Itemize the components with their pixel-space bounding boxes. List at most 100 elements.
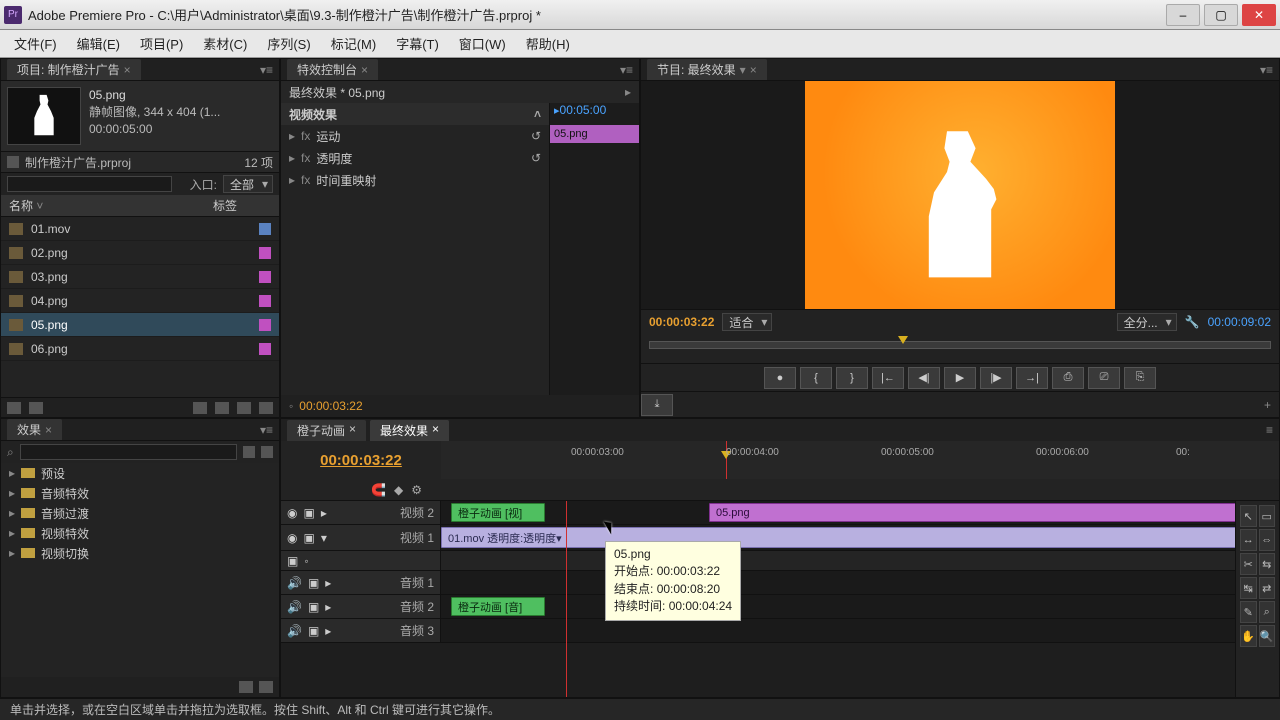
mini-clip[interactable]: 05.png xyxy=(550,125,639,143)
trash-icon[interactable] xyxy=(259,402,273,414)
transport-button[interactable]: |← xyxy=(872,367,904,389)
settings-icon[interactable]: 🔧 xyxy=(1185,315,1200,329)
panel-menu-icon[interactable]: ▾≡ xyxy=(620,63,633,77)
expand-icon[interactable]: ▸ xyxy=(9,466,15,480)
icon-view-icon[interactable] xyxy=(29,402,43,414)
expand-icon[interactable]: ▸ xyxy=(289,151,295,165)
tool-button[interactable]: ⇔ xyxy=(1259,529,1276,551)
clip-a2[interactable]: 橙子动画 [音] xyxy=(451,597,545,616)
panel-menu-icon[interactable]: ▾≡ xyxy=(1260,63,1273,77)
play-icon[interactable]: ▸ xyxy=(625,85,631,99)
program-current-timecode[interactable]: 00:00:03:22 xyxy=(649,315,714,329)
close-icon[interactable]: × xyxy=(750,63,757,77)
expand-icon[interactable]: ▸ xyxy=(9,526,15,540)
tool-button[interactable]: ↖ xyxy=(1240,505,1257,527)
effects-search-input[interactable] xyxy=(20,444,237,460)
fx-row[interactable]: ▸fx时间重映射 xyxy=(281,169,549,191)
effects-folder[interactable]: ▸预设 xyxy=(1,463,279,483)
expand-icon[interactable]: ▸ xyxy=(9,546,15,560)
window-minimize-button[interactable]: – xyxy=(1166,4,1200,26)
entry-dropdown[interactable]: 全部 xyxy=(223,175,273,193)
clip-v2-b[interactable]: 05.png xyxy=(709,503,1279,522)
asset-row[interactable]: 05.png xyxy=(1,313,279,337)
label-swatch[interactable] xyxy=(259,295,271,307)
mute-icon[interactable]: 🔊 xyxy=(287,576,302,590)
transport-button[interactable]: { xyxy=(800,367,832,389)
marker-icon[interactable]: ◆ xyxy=(394,483,403,497)
snap-icon[interactable]: 🧲 xyxy=(371,483,386,497)
label-swatch[interactable] xyxy=(259,247,271,259)
close-icon[interactable]: × xyxy=(361,63,368,77)
column-label-header[interactable]: 标签 xyxy=(171,197,279,214)
fx-group-header[interactable]: 视频效果˄ xyxy=(281,103,549,125)
tool-button[interactable]: 🔍 xyxy=(1259,625,1276,647)
tool-button[interactable]: ⇄ xyxy=(1259,577,1276,599)
asset-row[interactable]: 03.png xyxy=(1,265,279,289)
zoom-dropdown[interactable]: 适合 xyxy=(722,313,772,331)
fx-badge-icon[interactable] xyxy=(243,446,255,458)
effects-folder[interactable]: ▸视频特效 xyxy=(1,523,279,543)
find-icon[interactable] xyxy=(237,402,251,414)
menu-item[interactable]: 项目(P) xyxy=(132,32,191,55)
expand-icon[interactable]: ▸ xyxy=(9,486,15,500)
clip-v2-a[interactable]: 橙子动画 [视] xyxy=(451,503,545,522)
eye-icon[interactable]: ◉ xyxy=(287,531,297,545)
tool-button[interactable]: ↹ xyxy=(1240,577,1257,599)
menu-item[interactable]: 帮助(H) xyxy=(518,32,578,55)
menu-item[interactable]: 序列(S) xyxy=(259,32,318,55)
fx-row[interactable]: ▸fx运动↺ xyxy=(281,125,549,147)
panel-menu-icon[interactable]: ▾≡ xyxy=(260,423,273,437)
expand-icon[interactable]: ▾ xyxy=(321,531,327,545)
lock-icon[interactable]: ▣ xyxy=(308,576,319,590)
fx-toggle-icon[interactable]: fx xyxy=(301,151,310,165)
project-search-input[interactable] xyxy=(7,176,172,192)
transport-button[interactable]: ⎘ xyxy=(1124,367,1156,389)
transport-button[interactable]: →| xyxy=(1016,367,1048,389)
new-bin-icon[interactable] xyxy=(193,402,207,414)
resolution-dropdown[interactable]: 全分... xyxy=(1117,313,1177,331)
lock-icon[interactable]: ▣ xyxy=(303,531,314,545)
trash-icon[interactable] xyxy=(259,681,273,693)
label-swatch[interactable] xyxy=(259,319,271,331)
effects-folder[interactable]: ▸音频过渡 xyxy=(1,503,279,523)
tool-button[interactable]: ✎ xyxy=(1240,601,1257,623)
reset-icon[interactable]: ↺ xyxy=(531,129,541,143)
effects-folder[interactable]: ▸音频特效 xyxy=(1,483,279,503)
effects-folder[interactable]: ▸视频切换 xyxy=(1,543,279,563)
close-icon[interactable]: × xyxy=(432,422,439,439)
expand-icon[interactable]: ▸ xyxy=(321,506,327,520)
panel-menu-icon[interactable]: ≡ xyxy=(1266,423,1273,437)
list-view-icon[interactable] xyxy=(7,402,21,414)
program-canvas[interactable] xyxy=(641,81,1279,309)
tool-button[interactable]: ⇆ xyxy=(1259,553,1276,575)
new-item-icon[interactable] xyxy=(215,402,229,414)
menu-item[interactable]: 标记(M) xyxy=(323,32,385,55)
label-swatch[interactable] xyxy=(259,343,271,355)
add-button-icon[interactable]: + xyxy=(1264,398,1279,412)
track-subrow-icon[interactable]: ▣ xyxy=(287,554,298,568)
expand-icon[interactable]: ▸ xyxy=(289,173,295,187)
tool-button[interactable]: ✂ xyxy=(1240,553,1257,575)
export-frame-button[interactable]: ⤓ xyxy=(641,394,673,416)
expand-icon[interactable]: ▸ xyxy=(325,624,331,638)
eye-icon[interactable]: ◉ xyxy=(287,506,297,520)
keyframe-toggle-icon[interactable]: ◦ xyxy=(289,399,293,413)
asset-row[interactable]: 06.png xyxy=(1,337,279,361)
settings-icon[interactable]: ⚙ xyxy=(411,483,422,497)
transport-button[interactable]: } xyxy=(836,367,868,389)
asset-row[interactable]: 04.png xyxy=(1,289,279,313)
transport-button[interactable]: ● xyxy=(764,367,796,389)
lock-icon[interactable]: ▣ xyxy=(308,624,319,638)
menu-item[interactable]: 字幕(T) xyxy=(388,32,447,55)
asset-row[interactable]: 02.png xyxy=(1,241,279,265)
timeline-current-timecode[interactable]: 00:00:03:22 xyxy=(281,441,441,479)
tool-button[interactable]: ✋ xyxy=(1240,625,1257,647)
tool-button[interactable]: ⌕ xyxy=(1259,601,1276,623)
window-close-button[interactable]: ✕ xyxy=(1242,4,1276,26)
close-icon[interactable]: × xyxy=(349,422,356,439)
column-name-header[interactable]: 名称 ˅ xyxy=(1,197,171,214)
fx-row[interactable]: ▸fx透明度↺ xyxy=(281,147,549,169)
timeline-tab[interactable]: 橙子动画 × xyxy=(287,420,366,441)
reset-icon[interactable]: ↺ xyxy=(531,151,541,165)
mute-icon[interactable]: 🔊 xyxy=(287,600,302,614)
